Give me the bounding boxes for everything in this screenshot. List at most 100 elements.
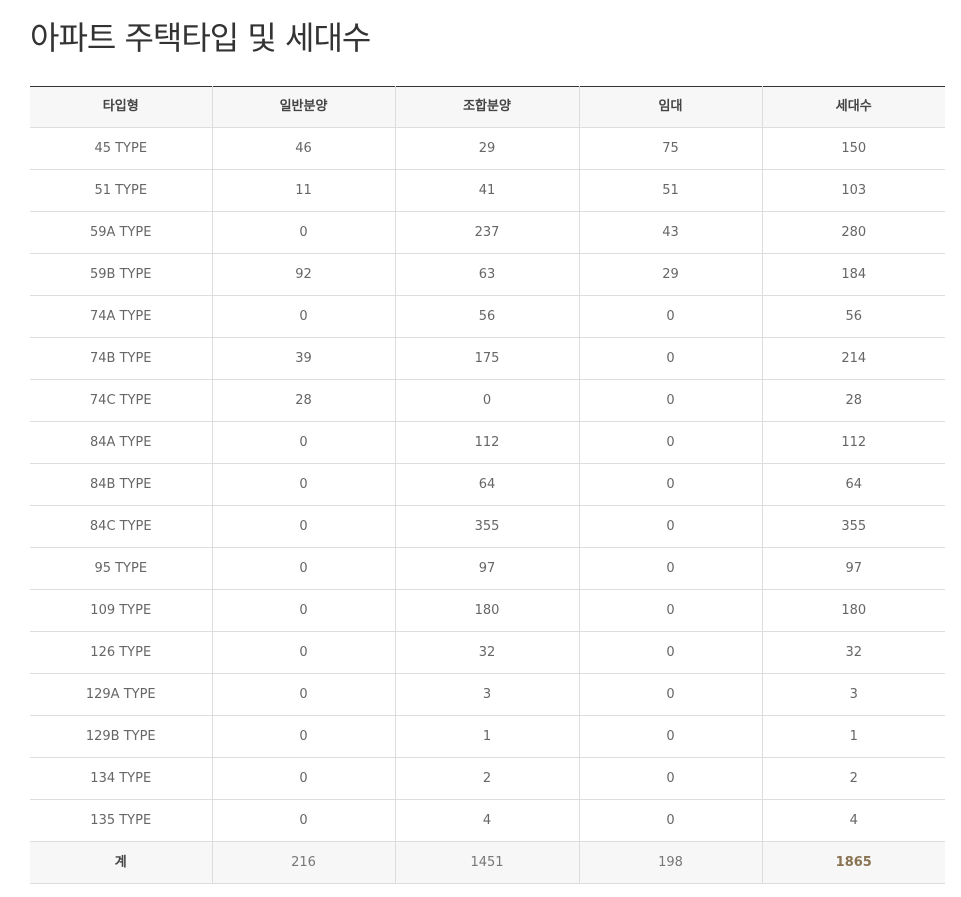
cell-type: 129A TYPE <box>30 673 212 716</box>
table-row: 51 TYPE 11 41 51 103 <box>30 169 945 212</box>
table-row: 59A TYPE 0 237 43 280 <box>30 211 945 254</box>
cell-union-sale: 41 <box>394 169 579 212</box>
page: 아파트 주택타입 및 세대수 타입형 일반분양 조합분양 임대 세대수 45 T… <box>0 0 961 897</box>
cell-households: 355 <box>761 505 945 548</box>
cell-general-sale: 0 <box>211 757 395 800</box>
cell-union-sale: 4 <box>394 799 579 842</box>
table-body: 45 TYPE 46 29 75 150 51 TYPE 11 41 51 103 59A TYPE… <box>30 127 945 842</box>
cell-households: 180 <box>761 589 945 632</box>
cell-general-sale: 0 <box>211 631 395 674</box>
total-union-sale: 1451 <box>394 841 579 884</box>
cell-households: 97 <box>761 547 945 590</box>
cell-general-sale: 46 <box>211 127 395 170</box>
cell-households: 4 <box>761 799 945 842</box>
total-rental: 198 <box>578 841 762 884</box>
cell-general-sale: 39 <box>211 337 395 380</box>
cell-rental: 0 <box>578 715 762 758</box>
table-row: 129B TYPE 0 1 0 1 <box>30 715 945 758</box>
header-type: 타입형 <box>30 86 212 128</box>
table-row: 84C TYPE 0 355 0 355 <box>30 505 945 548</box>
cell-type: 84B TYPE <box>30 463 212 506</box>
cell-type: 74C TYPE <box>30 379 212 422</box>
header-union-sale: 조합분양 <box>394 86 579 128</box>
cell-households: 214 <box>761 337 945 380</box>
table-row: 74B TYPE 39 175 0 214 <box>30 337 945 380</box>
housing-type-table-container: 타입형 일반분양 조합분양 임대 세대수 45 TYPE 46 29 75 150 51 … <box>30 86 945 884</box>
cell-general-sale: 92 <box>211 253 395 296</box>
table-row: 74A TYPE 0 56 0 56 <box>30 295 945 338</box>
header-rental: 임대 <box>578 86 762 128</box>
table-footer: 계 216 1451 198 1865 <box>30 841 945 884</box>
cell-union-sale: 63 <box>394 253 579 296</box>
cell-households: 64 <box>761 463 945 506</box>
cell-union-sale: 175 <box>394 337 579 380</box>
cell-type: 74B TYPE <box>30 337 212 380</box>
cell-general-sale: 0 <box>211 421 395 464</box>
cell-union-sale: 64 <box>394 463 579 506</box>
cell-union-sale: 56 <box>394 295 579 338</box>
cell-union-sale: 97 <box>394 547 579 590</box>
cell-type: 126 TYPE <box>30 631 212 674</box>
cell-rental: 0 <box>578 379 762 422</box>
cell-rental: 0 <box>578 547 762 590</box>
page-title: 아파트 주택타입 및 세대수 <box>30 19 371 57</box>
cell-rental: 0 <box>578 757 762 800</box>
cell-general-sale: 0 <box>211 463 395 506</box>
cell-rental: 51 <box>578 169 762 212</box>
cell-rental: 29 <box>578 253 762 296</box>
cell-union-sale: 32 <box>394 631 579 674</box>
cell-general-sale: 0 <box>211 295 395 338</box>
cell-rental: 0 <box>578 463 762 506</box>
cell-type: 109 TYPE <box>30 589 212 632</box>
cell-type: 45 TYPE <box>30 127 212 170</box>
cell-type: 95 TYPE <box>30 547 212 590</box>
header-row: 타입형 일반분양 조합분양 임대 세대수 <box>30 86 945 128</box>
cell-general-sale: 0 <box>211 673 395 716</box>
cell-type: 84C TYPE <box>30 505 212 548</box>
cell-households: 3 <box>761 673 945 716</box>
cell-type: 135 TYPE <box>30 799 212 842</box>
cell-general-sale: 0 <box>211 799 395 842</box>
cell-households: 280 <box>761 211 945 254</box>
cell-rental: 0 <box>578 589 762 632</box>
cell-general-sale: 11 <box>211 169 395 212</box>
cell-general-sale: 0 <box>211 589 395 632</box>
header-households: 세대수 <box>761 86 945 128</box>
cell-households: 2 <box>761 757 945 800</box>
cell-households: 32 <box>761 631 945 674</box>
cell-households: 184 <box>761 253 945 296</box>
total-row: 계 216 1451 198 1865 <box>30 841 945 884</box>
cell-rental: 0 <box>578 673 762 716</box>
cell-households: 150 <box>761 127 945 170</box>
cell-type: 74A TYPE <box>30 295 212 338</box>
cell-rental: 0 <box>578 631 762 674</box>
table-row: 84A TYPE 0 112 0 112 <box>30 421 945 464</box>
cell-rental: 0 <box>578 799 762 842</box>
cell-type: 51 TYPE <box>30 169 212 212</box>
cell-households: 103 <box>761 169 945 212</box>
cell-union-sale: 237 <box>394 211 579 254</box>
cell-general-sale: 28 <box>211 379 395 422</box>
table-row: 45 TYPE 46 29 75 150 <box>30 127 945 170</box>
cell-union-sale: 2 <box>394 757 579 800</box>
cell-general-sale: 0 <box>211 715 395 758</box>
cell-households: 56 <box>761 295 945 338</box>
housing-type-table: 타입형 일반분양 조합분양 임대 세대수 45 TYPE 46 29 75 150 51 … <box>30 86 945 884</box>
table-row: 109 TYPE 0 180 0 180 <box>30 589 945 632</box>
table-row: 134 TYPE 0 2 0 2 <box>30 757 945 800</box>
cell-households: 1 <box>761 715 945 758</box>
table-row: 129A TYPE 0 3 0 3 <box>30 673 945 716</box>
table-row: 74C TYPE 28 0 0 28 <box>30 379 945 422</box>
cell-rental: 43 <box>578 211 762 254</box>
table-row: 126 TYPE 0 32 0 32 <box>30 631 945 674</box>
cell-union-sale: 355 <box>394 505 579 548</box>
table-row: 95 TYPE 0 97 0 97 <box>30 547 945 590</box>
cell-union-sale: 112 <box>394 421 579 464</box>
cell-general-sale: 0 <box>211 547 395 590</box>
cell-type: 129B TYPE <box>30 715 212 758</box>
cell-type: 59B TYPE <box>30 253 212 296</box>
cell-households: 28 <box>761 379 945 422</box>
cell-households: 112 <box>761 421 945 464</box>
header-general-sale: 일반분양 <box>211 86 395 128</box>
table-row: 135 TYPE 0 4 0 4 <box>30 799 945 842</box>
